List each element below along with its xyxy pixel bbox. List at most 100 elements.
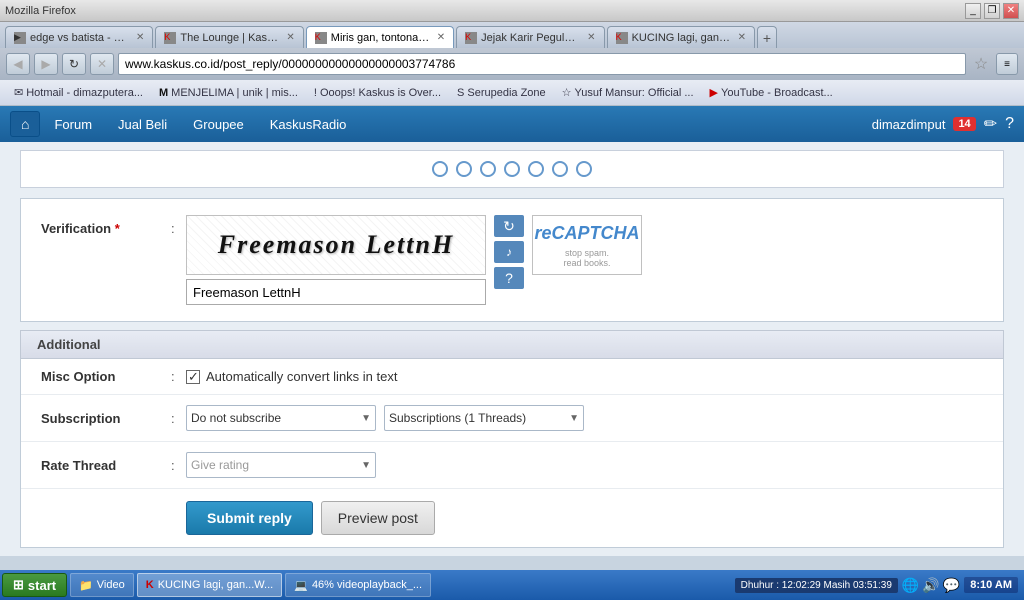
additional-form: Misc Option : Automatically convert link… [20, 359, 1004, 548]
bookmarks-bar: ✉ Hotmail - dimazputera... M MENJELIMA |… [0, 80, 1024, 106]
bookmark-ooops[interactable]: ! Ooops! Kaskus is Over... [308, 85, 447, 101]
taskbar-item-kucing[interactable]: K KUCING lagi, gan...W... [137, 573, 283, 597]
tab-jejak-karir[interactable]: K Jejak Karir Pegulat Gaya... ✕ [456, 26, 604, 48]
tab-the-lounge[interactable]: K The Lounge | Kaskus - Th... ✕ [155, 26, 303, 48]
bookmark-icon-1: ✉ [14, 86, 23, 99]
title-bar: Mozilla Firefox _ ❐ ✕ [0, 0, 1024, 22]
bookmark-youtube[interactable]: ▶ YouTube - Broadcast... [704, 84, 839, 101]
radio-7[interactable] [576, 161, 592, 177]
bookmark-menjelima[interactable]: M MENJELIMA | unik | mis... [153, 85, 304, 101]
subscription-option2-text: Subscriptions (1 Threads) [389, 411, 526, 425]
misc-option-text: Automatically convert links in text [206, 369, 397, 384]
bookmark-label-4: Serupedia Zone [467, 87, 545, 99]
taskbar-item-videoplayback[interactable]: 💻 46% videoplayback_... [285, 573, 431, 597]
refresh-button[interactable]: ↻ [62, 53, 86, 75]
radio-5[interactable] [528, 161, 544, 177]
tab-close-2[interactable]: ✕ [286, 32, 294, 43]
rate-thread-select[interactable]: Give rating ▼ [186, 452, 376, 478]
misc-option-row: Misc Option : Automatically convert link… [21, 359, 1003, 395]
pencil-icon[interactable]: ✏ [984, 114, 997, 134]
verification-label: Verification * [41, 215, 171, 236]
start-label: start [28, 578, 56, 593]
section-header-label: Additional [37, 337, 101, 352]
tab-bar: ▶ edge vs batista - YouTub... ✕ K The Lo… [0, 22, 1024, 48]
tab-close-5[interactable]: ✕ [738, 32, 746, 43]
subscription-select-2[interactable]: Subscriptions (1 Threads) ▼ [384, 405, 584, 431]
notification-badge[interactable]: 14 [953, 117, 975, 131]
nav-jual-beli[interactable]: Jual Beli [106, 111, 179, 138]
verification-label-text: Verification [41, 221, 111, 236]
taskbar-icon-3: 💻 [294, 579, 308, 592]
captcha-audio-button[interactable]: ♪ [494, 241, 524, 263]
rate-thread-row: Rate Thread : Give rating ▼ [21, 442, 1003, 489]
minimize-button[interactable]: _ [965, 3, 981, 19]
preview-post-button[interactable]: Preview post [321, 501, 435, 535]
forward-button[interactable]: ▶ [34, 53, 58, 75]
tab-favicon-3: K [315, 32, 327, 44]
back-button[interactable]: ◀ [6, 53, 30, 75]
nav-forum[interactable]: Forum [42, 111, 104, 138]
tray-icons: 🌐 🔊 💬 [902, 577, 960, 594]
rate-thread-colon: : [171, 458, 186, 473]
address-input[interactable] [118, 53, 966, 75]
chat-icon: 💬 [943, 577, 960, 594]
bookmark-star-button[interactable]: ☆ [970, 53, 992, 75]
tab-close-3[interactable]: ✕ [437, 32, 445, 43]
nav-groupee[interactable]: Groupee [181, 111, 256, 138]
misc-option-label: Misc Option [41, 369, 171, 384]
kaskus-home-button[interactable]: ⌂ [10, 111, 40, 137]
subscription-select-1[interactable]: Do not subscribe ▼ [186, 405, 376, 431]
restore-button[interactable]: ❐ [984, 3, 1000, 19]
misc-option-checkbox[interactable] [186, 370, 200, 384]
verification-colon: : [171, 215, 186, 236]
radio-4[interactable] [504, 161, 520, 177]
captcha-help-button[interactable]: ? [494, 267, 524, 289]
recaptcha-box[interactable]: reCAPTCHA stop spam.read books. [532, 215, 642, 275]
subscription-colon: : [171, 411, 186, 426]
bookmark-hotmail[interactable]: ✉ Hotmail - dimazputera... [8, 84, 149, 101]
network-icon: 🌐 [902, 577, 919, 594]
rate-thread-label: Rate Thread [41, 458, 171, 473]
stop-button[interactable]: ✕ [90, 53, 114, 75]
radio-2[interactable] [456, 161, 472, 177]
radio-6[interactable] [552, 161, 568, 177]
additional-section: Additional Misc Option : Automatically c… [20, 330, 1004, 548]
verification-row: Verification * : Freemason LettnH ↻ ♪ ? [21, 209, 1003, 311]
username-display: dimazdimput [872, 117, 946, 132]
taskbar-label-3: 46% videoplayback_... [312, 579, 422, 591]
radio-1[interactable] [432, 161, 448, 177]
new-tab-button[interactable]: + [757, 26, 777, 48]
captcha-container: Freemason LettnH [186, 215, 486, 305]
section-header-additional: Additional [20, 330, 1004, 359]
windows-icon: ⊞ [13, 577, 24, 593]
subscription-option1-text: Do not subscribe [191, 411, 281, 425]
tab-close-1[interactable]: ✕ [136, 32, 144, 43]
tab-miris-gan[interactable]: K Miris gan, tontonan anak... ✕ [306, 26, 454, 48]
captcha-refresh-button[interactable]: ↻ [494, 215, 524, 237]
subscription-select2-arrow: ▼ [569, 413, 579, 424]
captcha-input[interactable] [186, 279, 486, 305]
verification-section: Verification * : Freemason LettnH ↻ ♪ ? [20, 198, 1004, 322]
close-button[interactable]: ✕ [1003, 3, 1019, 19]
rating-radio-row [20, 150, 1004, 188]
tab-kucing[interactable]: K KUCING lagi, gan...Wke... ✕ [607, 26, 755, 48]
tab-label-3: Miris gan, tontonan anak... [331, 32, 431, 44]
bookmark-serupedia[interactable]: S Serupedia Zone [451, 85, 552, 101]
bookmark-label-5: Yusuf Mansur: Official ... [575, 87, 694, 99]
menu-button[interactable]: ≡ [996, 53, 1018, 75]
tab-edge-vs-batista[interactable]: ▶ edge vs batista - YouTub... ✕ [5, 26, 153, 48]
taskbar-item-video[interactable]: 📁 Video [70, 573, 134, 597]
radio-3[interactable] [480, 161, 496, 177]
tab-close-4[interactable]: ✕ [587, 32, 595, 43]
taskbar-label-2: KUCING lagi, gan...W... [158, 579, 274, 591]
misc-option-checkbox-label[interactable]: Automatically convert links in text [186, 369, 397, 384]
submit-reply-button[interactable]: Submit reply [186, 501, 313, 535]
start-button[interactable]: ⊞ start [2, 573, 67, 597]
captcha-row: Freemason LettnH ↻ ♪ ? reCAPTCHA stop sp… [186, 215, 642, 305]
title-bar-buttons: _ ❐ ✕ [965, 3, 1019, 19]
bookmark-label-3: Ooops! Kaskus is Over... [320, 87, 441, 99]
bookmark-yusuf[interactable]: ☆ Yusuf Mansur: Official ... [556, 84, 700, 101]
nav-kaskusradio[interactable]: KaskusRadio [258, 111, 359, 138]
help-icon[interactable]: ? [1005, 115, 1014, 133]
browser-title: Mozilla Firefox [5, 5, 76, 17]
